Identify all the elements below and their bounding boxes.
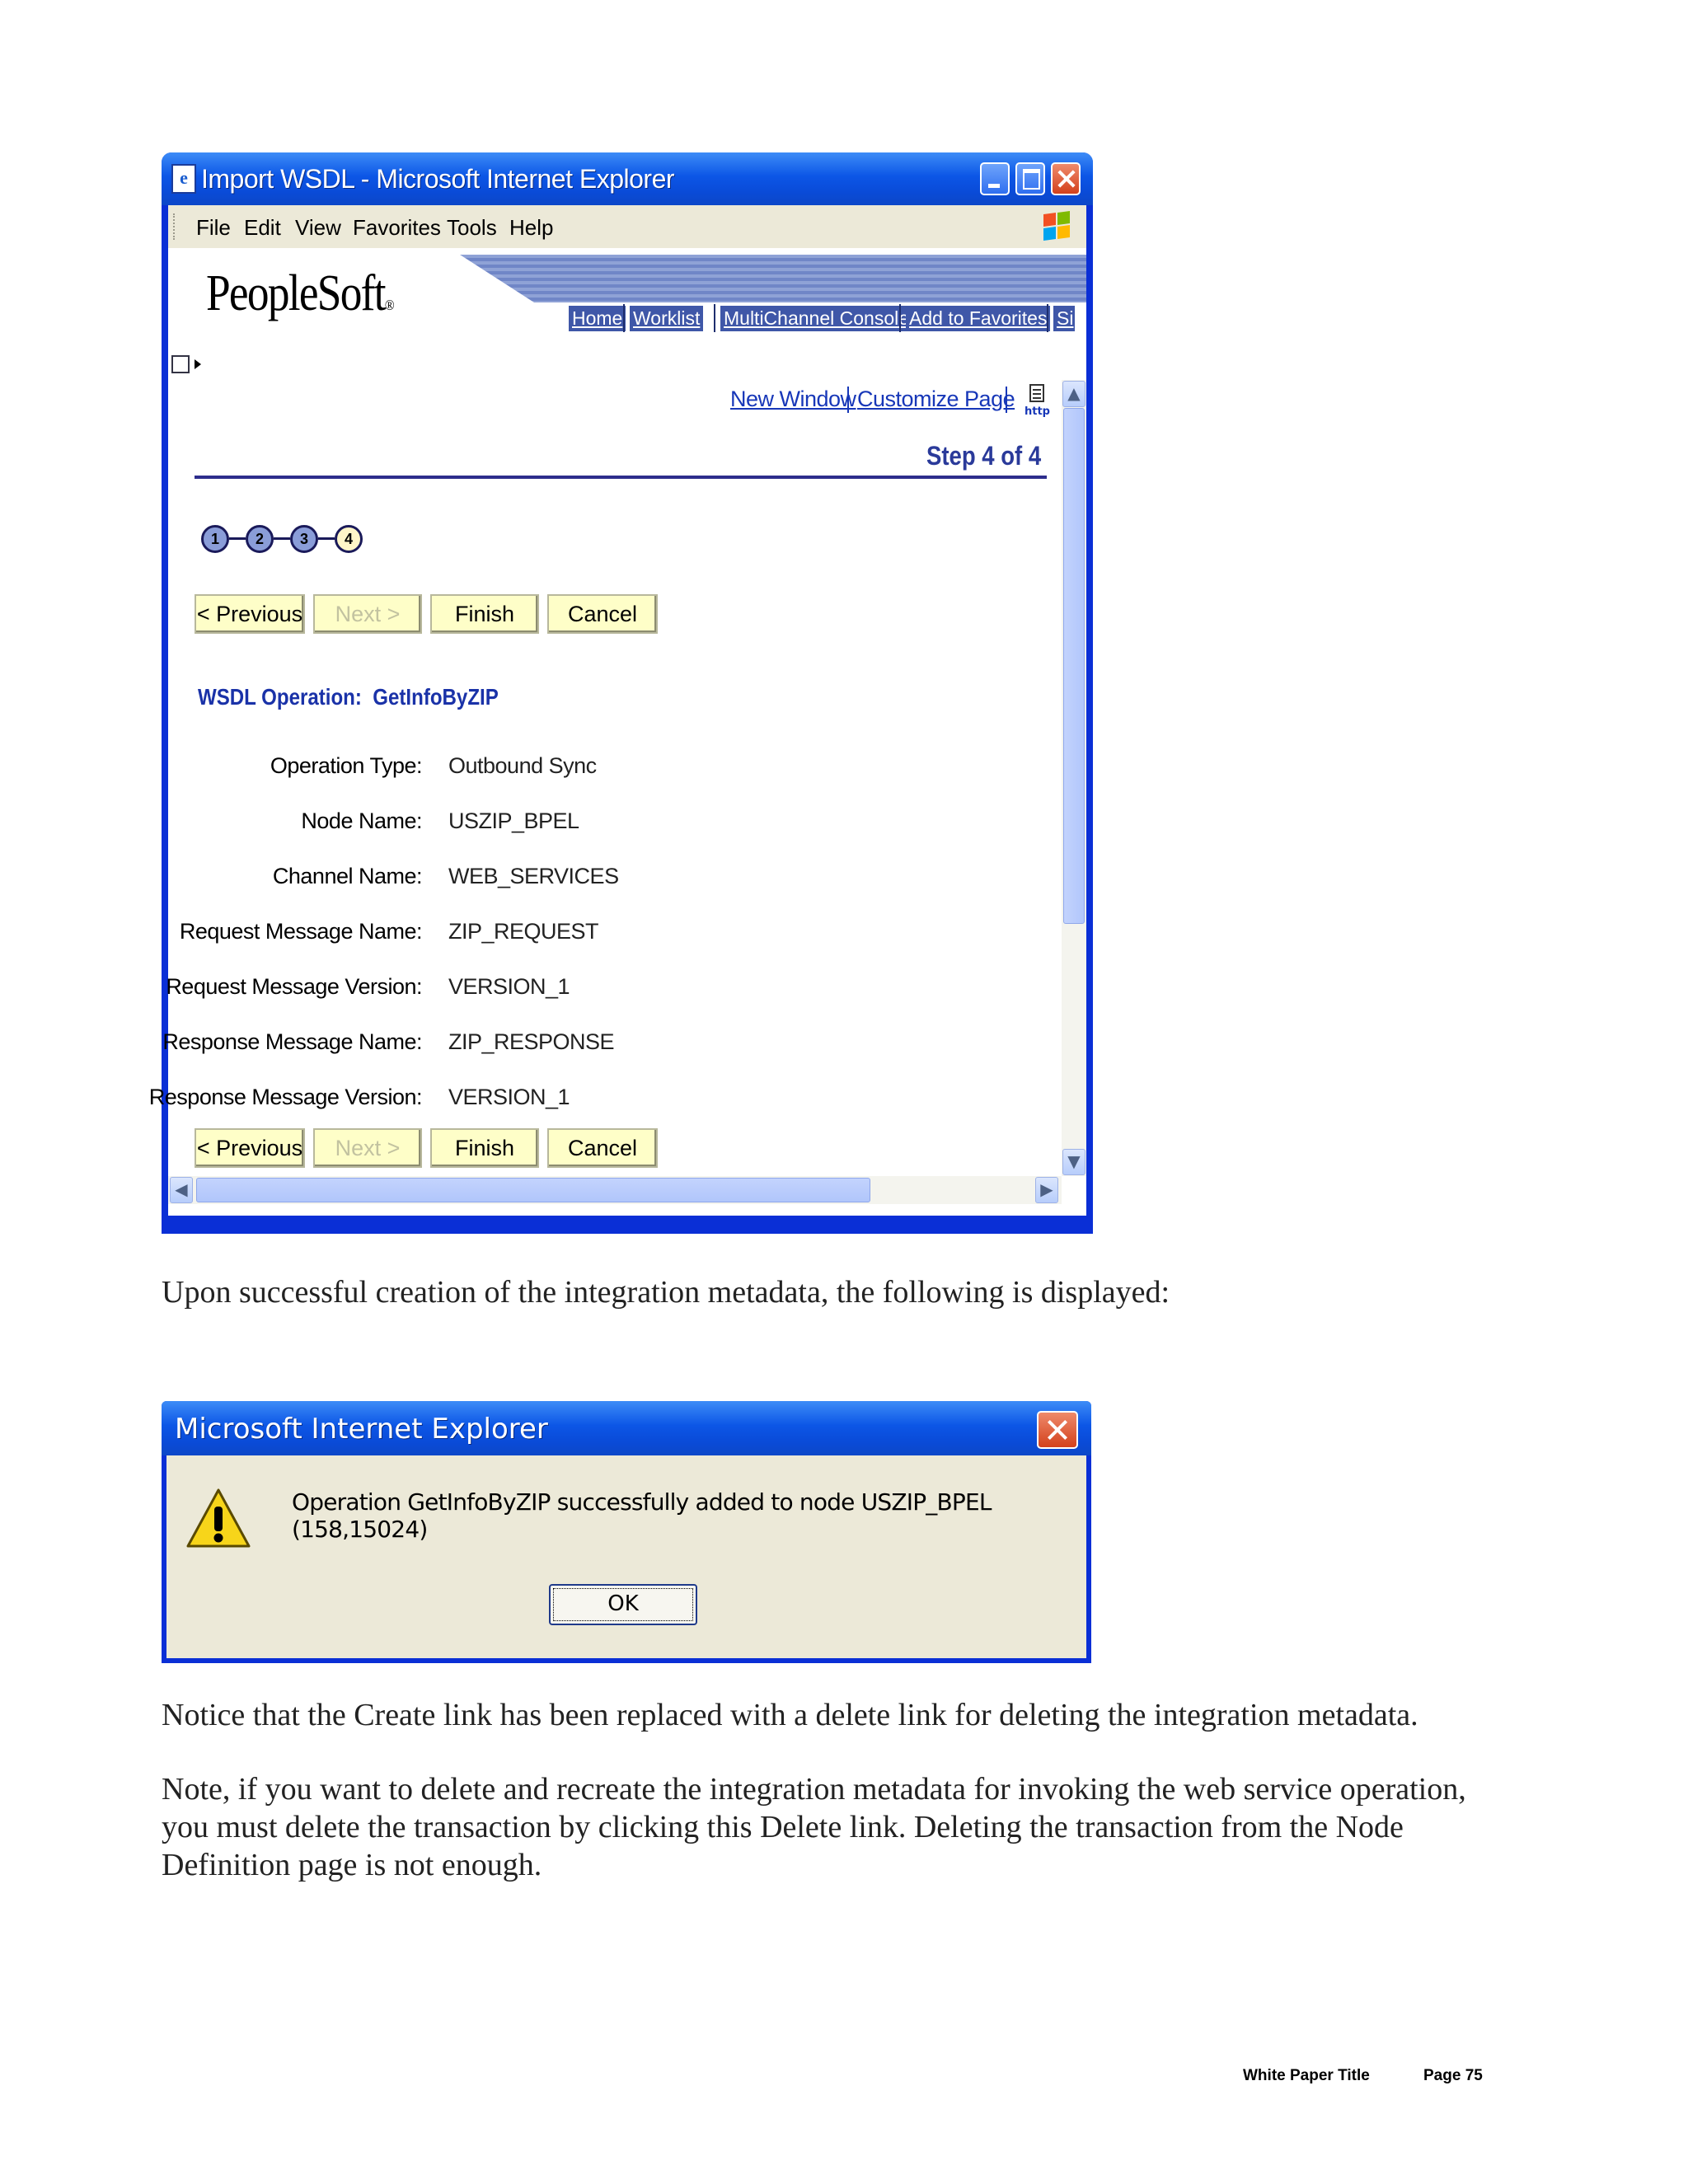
nav-separator — [623, 304, 625, 332]
ok-button[interactable]: OK — [549, 1584, 697, 1625]
channel-name-label: Channel Name: — [272, 864, 423, 888]
dialog-message: Operation GetInfoByZIP successfully adde… — [292, 1488, 992, 1543]
warning-icon — [186, 1487, 251, 1549]
step-1-indicator: 1 — [201, 525, 229, 553]
menu-favorites[interactable]: Favorites — [353, 215, 441, 241]
banner-stripes — [460, 255, 1086, 302]
step-connector — [274, 537, 290, 540]
paragraph-success-intro: Upon successful creation of the integrat… — [162, 1275, 1170, 1310]
request-message-version-value: VERSION_1 — [448, 974, 570, 999]
ie-menubar: File Edit View Favorites Tools Help — [168, 205, 1086, 249]
logo-registered-mark: ® — [384, 297, 395, 313]
nav-add-to-favorites-link[interactable]: Add to Favorites — [906, 306, 1051, 331]
response-message-name-label: Response Message Name: — [162, 1029, 422, 1054]
horizontal-scroll-thumb[interactable] — [196, 1178, 870, 1202]
request-message-name-label: Request Message Name: — [179, 919, 423, 944]
menu-tools[interactable]: Tools — [447, 215, 497, 241]
scroll-up-button[interactable]: ▲ — [1062, 381, 1085, 407]
scroll-right-button[interactable]: ▶ — [1035, 1177, 1058, 1203]
dialog-title: Microsoft Internet Explorer — [175, 1413, 548, 1446]
channel-name-value: WEB_SERVICES — [448, 864, 619, 888]
maximize-button[interactable] — [1015, 162, 1045, 195]
step-divider — [195, 476, 1047, 479]
wsdl-operation-value: GetInfoByZIP — [373, 684, 499, 710]
previous-button-top[interactable]: < Previous — [195, 594, 305, 634]
vertical-scrollbar[interactable]: ▲ ▼ — [1062, 380, 1086, 1176]
dialog-body: Operation GetInfoByZIP successfully adde… — [166, 1455, 1086, 1658]
http-icon-label: http — [1025, 405, 1050, 418]
nav-separator — [899, 304, 901, 332]
scroll-down-button[interactable]: ▼ — [1062, 1149, 1085, 1175]
nav-signout-link[interactable]: Si — [1053, 306, 1076, 331]
ie-page-content: PeopleSoft® Home Worklist MultiChannel C… — [149, 248, 1086, 1216]
paragraph-delete-link-notice: Notice that the Create link has been rep… — [162, 1698, 1418, 1732]
menu-toggle-icon[interactable] — [171, 355, 201, 373]
cancel-button-bottom[interactable]: Cancel — [547, 1128, 658, 1168]
menu-edit[interactable]: Edit — [244, 215, 281, 241]
step-2-indicator: 2 — [246, 525, 274, 553]
menu-help[interactable]: Help — [509, 215, 553, 241]
cancel-button-top[interactable]: Cancel — [547, 594, 658, 634]
ie-window-screenshot: e Import WSDL - Microsoft Internet Explo… — [149, 152, 1093, 1234]
node-name-label: Node Name: — [301, 808, 422, 833]
request-message-name-value: ZIP_REQUEST — [448, 919, 599, 944]
operation-type-value: Outbound Sync — [448, 753, 597, 778]
step-connector — [318, 537, 335, 540]
footer-document-title: White Paper Title — [1243, 2067, 1370, 2084]
paragraph-delete-note: Note, if you want to delete and recreate… — [162, 1772, 1466, 1882]
response-message-version-value: VERSION_1 — [448, 1085, 570, 1109]
dialog-close-button[interactable] — [1037, 1411, 1078, 1449]
peoplesoft-logo: PeopleSoft® — [206, 265, 395, 323]
nav-multichannel-console-link[interactable]: MultiChannel Console — [720, 306, 913, 331]
next-button-bottom: Next > — [313, 1128, 422, 1168]
nav-home-link[interactable]: Home — [569, 306, 626, 331]
finish-button-top[interactable]: Finish — [430, 594, 539, 634]
http-link-icon[interactable]: http — [1024, 383, 1052, 418]
menu-file[interactable]: File — [196, 215, 231, 241]
step-indicator-label: Step 4 of 4 — [926, 441, 1042, 471]
finish-button-bottom[interactable]: Finish — [430, 1128, 539, 1168]
step-3-indicator: 3 — [290, 525, 318, 553]
toolbar-grip[interactable] — [173, 213, 177, 240]
ie-titlebar[interactable]: e Import WSDL - Microsoft Internet Explo… — [162, 152, 1093, 205]
menu-view[interactable]: View — [295, 215, 341, 241]
ie-page-icon: e — [171, 164, 196, 194]
logo-text: PeopleSoft — [206, 265, 387, 321]
link-separator — [847, 387, 849, 413]
windows-logo-icon — [1042, 210, 1071, 241]
scroll-left-button[interactable]: ◀ — [170, 1177, 193, 1203]
step-4-indicator: 4 — [335, 525, 363, 553]
ie-window-title: Import WSDL - Microsoft Internet Explore… — [201, 164, 675, 194]
wsdl-operation-heading: WSDL Operation: GetInfoByZIP — [198, 684, 499, 710]
response-message-version-label: Response Message Version: — [148, 1085, 423, 1109]
close-button[interactable] — [1051, 162, 1081, 195]
request-message-version-label: Request Message Version: — [166, 974, 422, 999]
nav-worklist-link[interactable]: Worklist — [630, 306, 704, 331]
step-connector — [229, 537, 246, 540]
link-separator — [1006, 387, 1007, 413]
customize-page-link[interactable]: Customize Page — [857, 387, 1015, 412]
previous-button-bottom[interactable]: < Previous — [195, 1128, 305, 1168]
ie-message-dialog: Microsoft Internet Explorer Operation Ge… — [162, 1401, 1091, 1663]
wsdl-operation-label: WSDL Operation: — [198, 684, 362, 710]
dialog-titlebar[interactable]: Microsoft Internet Explorer — [162, 1401, 1091, 1455]
minimize-button[interactable] — [980, 162, 1010, 195]
nav-separator — [714, 304, 715, 332]
operation-type-label: Operation Type: — [270, 753, 423, 778]
new-window-link[interactable]: New Window — [730, 387, 856, 412]
footer-page-number: Page 75 — [1423, 2067, 1483, 2084]
vertical-scroll-thumb[interactable] — [1063, 408, 1085, 924]
next-button-top: Next > — [313, 594, 422, 634]
nav-separator — [1047, 304, 1048, 332]
response-message-name-value: ZIP_RESPONSE — [448, 1029, 615, 1054]
horizontal-scrollbar[interactable]: ◀ ▶ — [168, 1176, 1062, 1204]
node-name-value: USZIP_BPEL — [448, 808, 579, 833]
